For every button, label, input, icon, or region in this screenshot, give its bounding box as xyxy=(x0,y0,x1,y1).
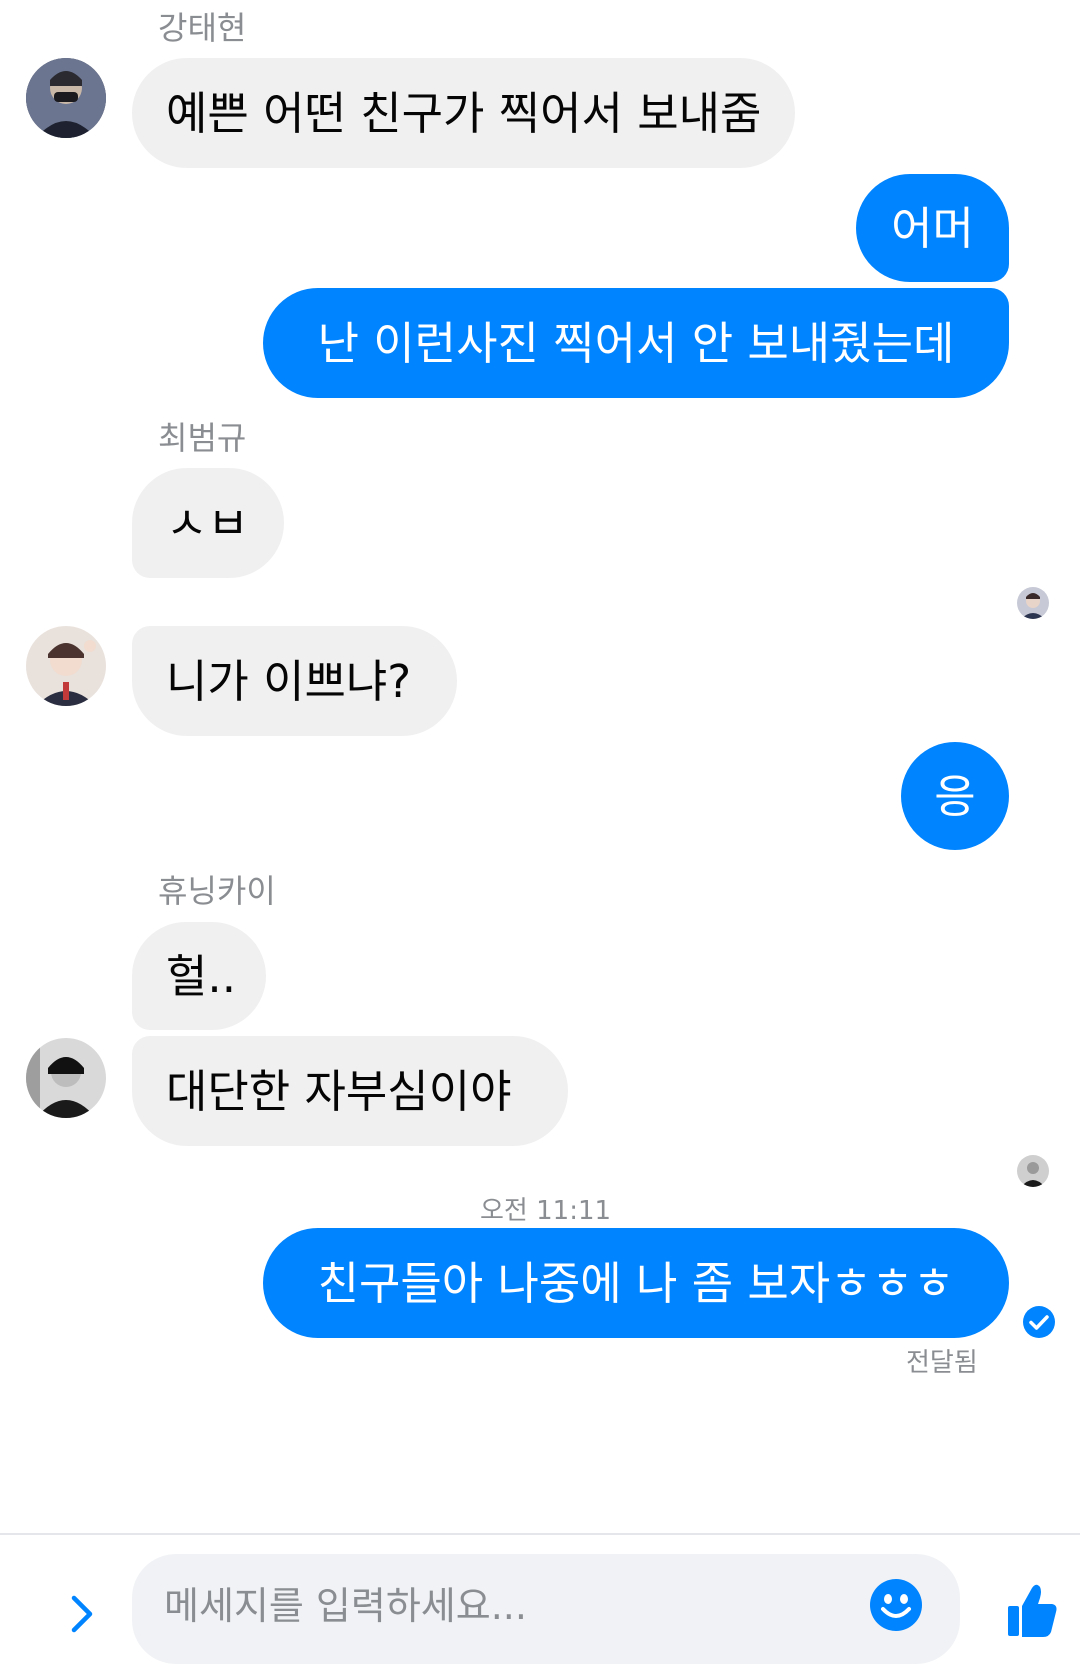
message-bubble-incoming[interactable]: 대단한 자부심이야 xyxy=(132,1036,568,1146)
message-bubble-outgoing[interactable]: 응 xyxy=(901,742,1009,850)
timestamp: 오전 11:11 xyxy=(480,1196,612,1226)
delivery-status: 전달됨 xyxy=(906,1348,978,1378)
message-bubble-outgoing[interactable]: 친구들아 나중에 나 좀 보자ㅎㅎㅎ xyxy=(263,1228,1009,1338)
seen-avatar-photo xyxy=(1017,587,1049,619)
message-bubble-incoming[interactable]: 니가 이쁘냐? xyxy=(132,626,457,736)
message-bubble-outgoing[interactable]: 난 이런사진 찍어서 안 보내줬는데 xyxy=(263,288,1009,398)
thumbs-up-icon[interactable] xyxy=(1006,1582,1058,1638)
emoji-smile-icon[interactable] xyxy=(869,1578,923,1632)
message-bubble-incoming[interactable]: 예쁜 어떤 친구가 찍어서 보내줌 xyxy=(132,58,796,168)
message-input[interactable] xyxy=(162,1580,846,1632)
delivered-check-icon xyxy=(1022,1305,1056,1339)
avatar-photo xyxy=(26,58,106,138)
avatar[interactable] xyxy=(26,1038,106,1118)
avatar[interactable] xyxy=(26,58,106,138)
seen-avatar-photo xyxy=(1017,1155,1049,1187)
message-bubble-incoming[interactable]: ㅅㅂ xyxy=(132,468,284,578)
avatar-photo xyxy=(26,1038,106,1118)
chevron-right-icon[interactable] xyxy=(62,1592,102,1636)
seen-avatar xyxy=(1017,587,1049,619)
message-composer xyxy=(132,1554,960,1664)
seen-avatar xyxy=(1017,1155,1049,1187)
sender-name: 강태현 xyxy=(158,9,247,47)
avatar-photo xyxy=(26,626,106,706)
avatar[interactable] xyxy=(26,626,106,706)
message-bubble-outgoing[interactable]: 어머 xyxy=(856,174,1009,282)
message-bubble-incoming[interactable]: 헐.. xyxy=(132,922,266,1030)
sender-name: 휴닝카이 xyxy=(158,872,276,910)
sender-name: 최범규 xyxy=(158,419,247,457)
composer-divider xyxy=(0,1533,1080,1535)
